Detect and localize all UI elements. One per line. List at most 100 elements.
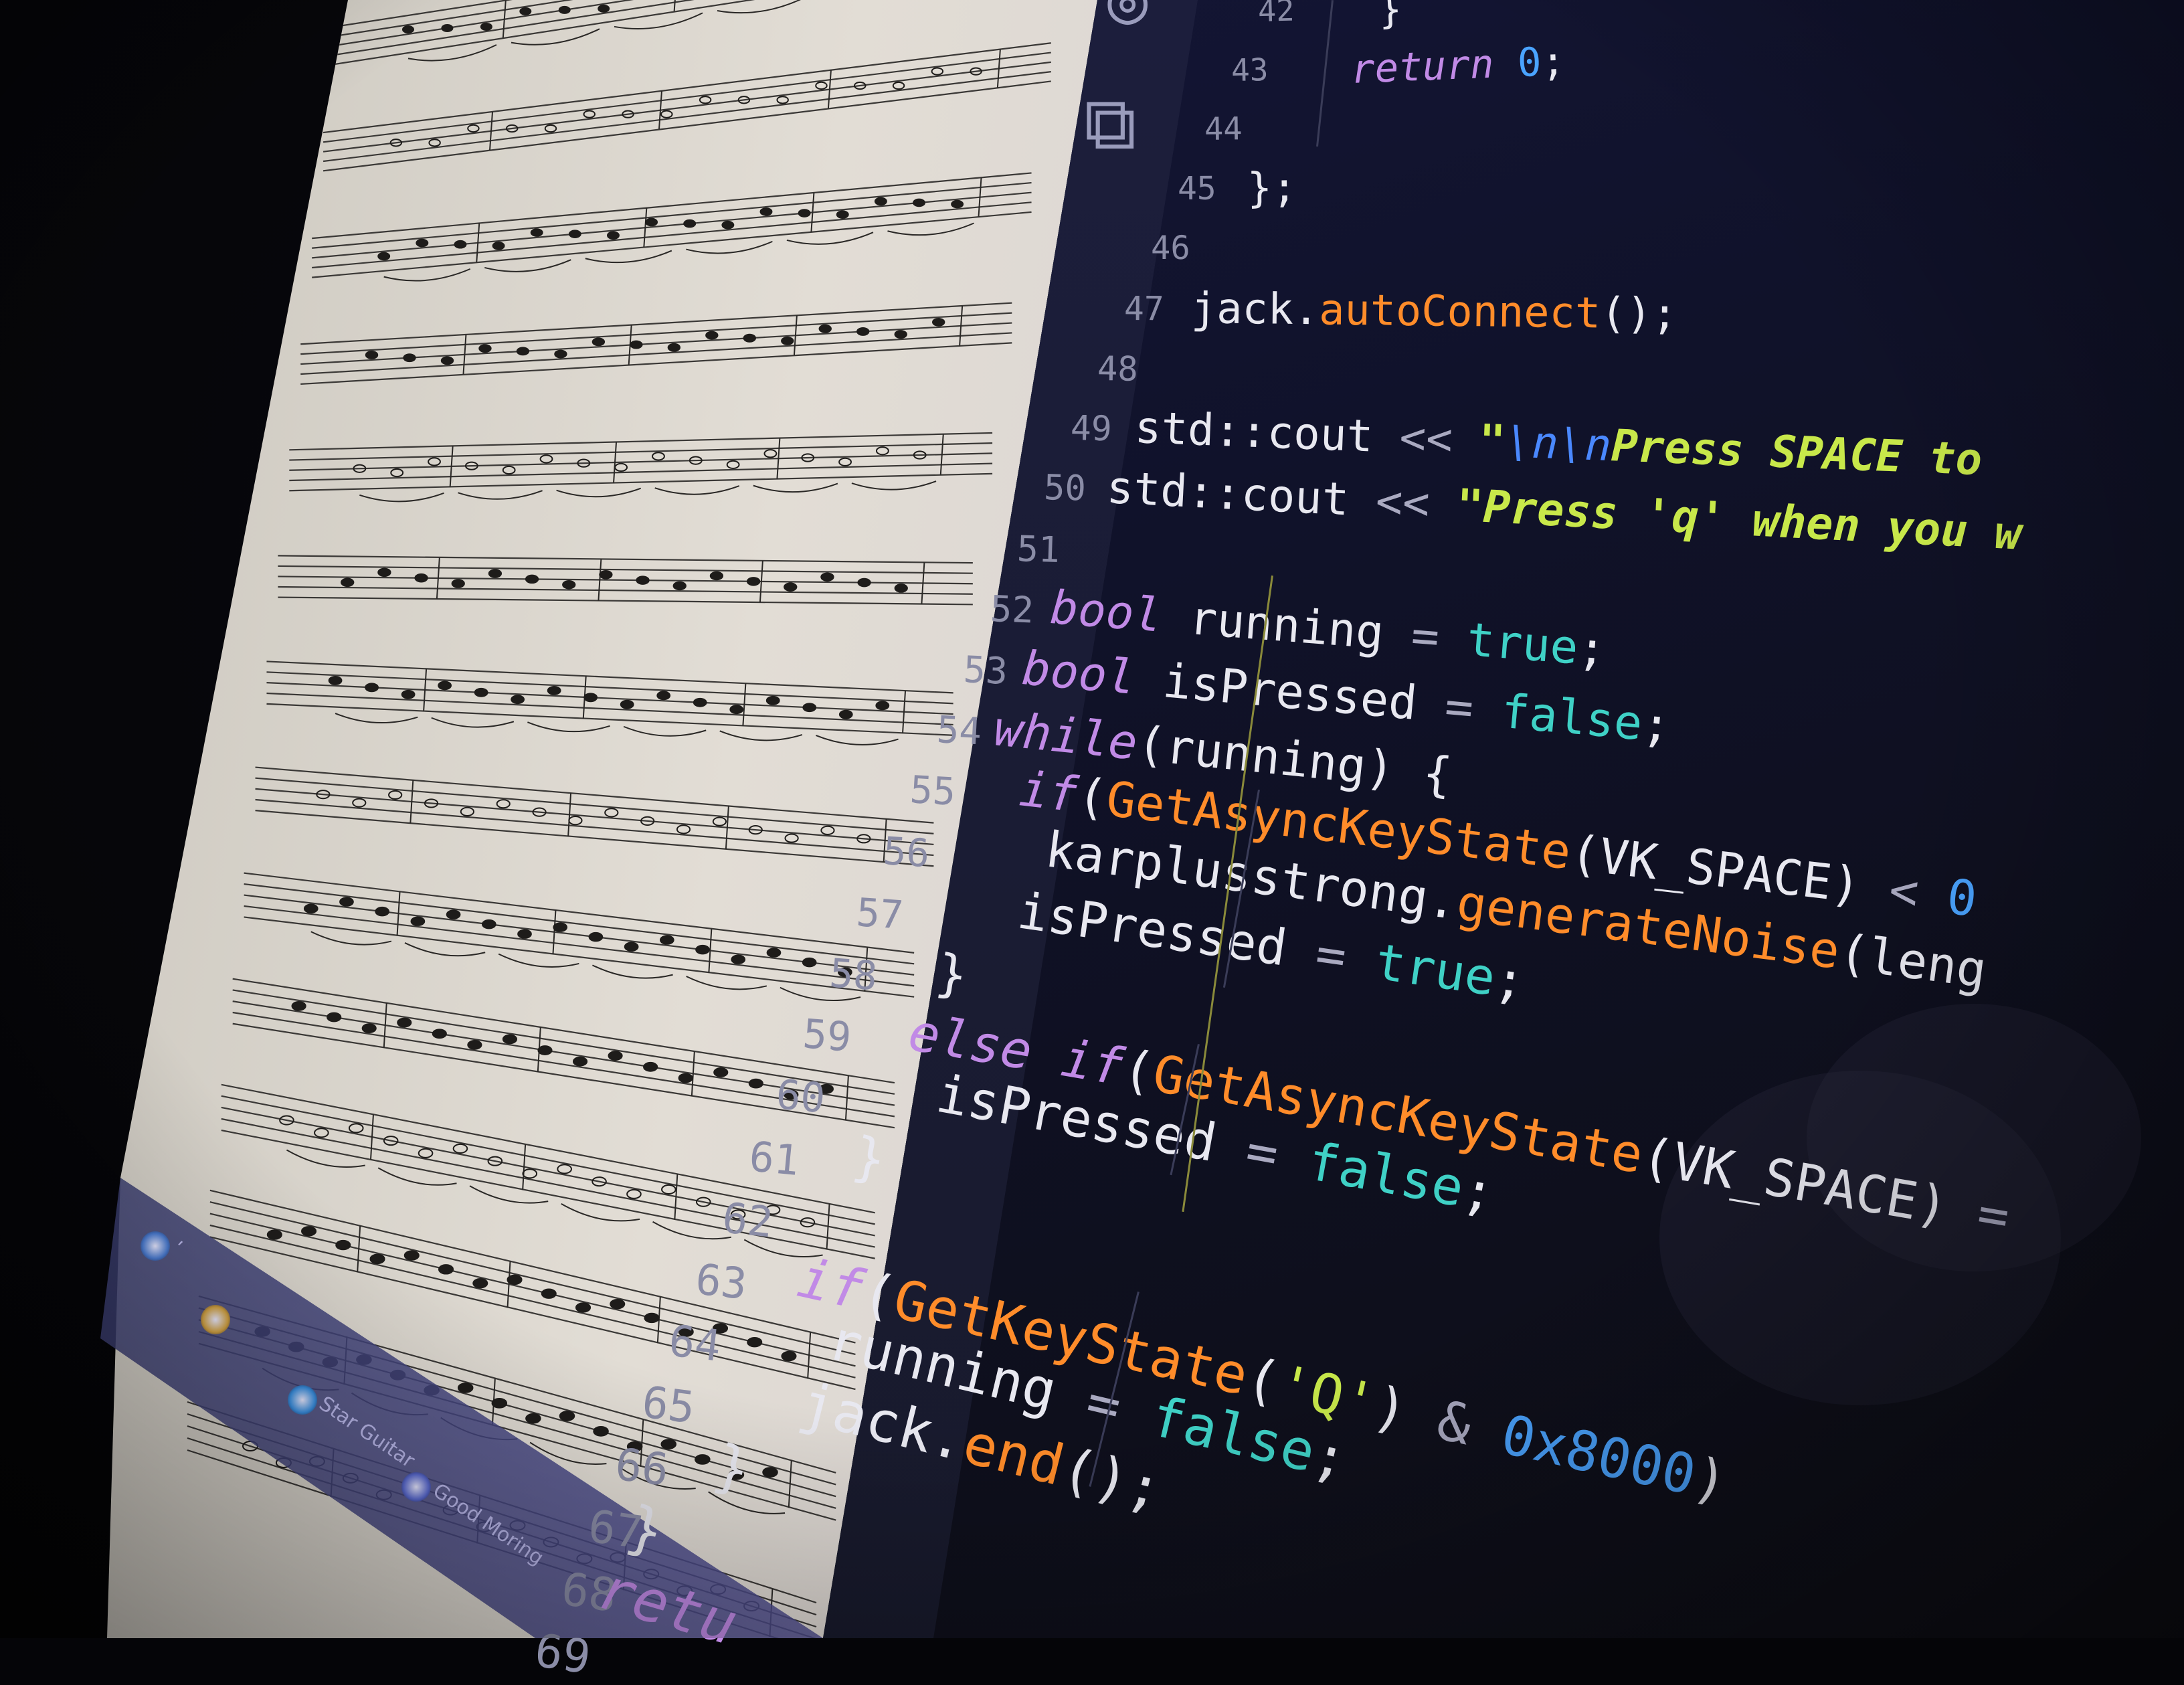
note-head <box>377 252 391 261</box>
staff-line <box>323 52 1051 143</box>
line-number: 55 <box>909 768 957 814</box>
note-head <box>776 96 789 104</box>
note-head <box>441 23 454 32</box>
line-number: 61 <box>747 1132 802 1185</box>
slur <box>561 1203 640 1222</box>
note-head <box>575 1302 592 1313</box>
note-head <box>798 209 811 217</box>
line-number: 65 <box>639 1377 698 1433</box>
extensions-icon[interactable]: ⧉ <box>1084 80 1137 167</box>
chrome-icon[interactable] <box>288 1385 317 1415</box>
slur <box>623 725 707 737</box>
line-number: 64 <box>666 1316 724 1372</box>
note-head <box>402 25 414 33</box>
code-token: if <box>1016 761 1081 824</box>
note-head <box>507 1274 523 1285</box>
note-head <box>894 330 907 339</box>
note-head <box>553 922 568 932</box>
code-line: }; <box>1247 164 1297 212</box>
staff-line <box>300 332 1012 375</box>
note-head <box>416 238 429 248</box>
note-head <box>544 124 557 133</box>
note-head <box>491 1397 508 1409</box>
staff-line <box>300 302 1012 345</box>
note-head <box>454 240 467 249</box>
note-head <box>731 954 746 964</box>
note-head <box>762 1467 778 1478</box>
code-line: } <box>1377 0 1402 33</box>
note-head <box>452 1143 468 1154</box>
note-head <box>478 344 492 353</box>
note-head <box>818 324 832 333</box>
note-head <box>748 1078 763 1089</box>
note-head <box>672 581 687 591</box>
chrome-icon[interactable] <box>201 1305 230 1334</box>
note-head <box>705 331 719 340</box>
note-head <box>820 572 834 582</box>
note-head <box>397 1017 412 1028</box>
music-staff <box>278 555 973 606</box>
note-head <box>525 1413 541 1424</box>
note-head <box>451 579 465 588</box>
note-head <box>729 705 744 715</box>
note-head <box>377 567 391 578</box>
music-staff <box>266 660 953 745</box>
line-number: 45 <box>1177 170 1216 207</box>
note-head <box>875 446 889 456</box>
staff-line <box>323 71 1051 163</box>
note-head <box>766 948 782 958</box>
note-head <box>481 919 496 929</box>
account-icon[interactable]: ◎ <box>1107 0 1148 38</box>
line-number: 54 <box>935 707 983 754</box>
note-head <box>588 932 604 942</box>
staff-line <box>300 342 1012 385</box>
staff-line <box>323 42 1051 134</box>
note-head <box>432 1029 447 1039</box>
note-head <box>525 574 539 584</box>
note-head <box>428 457 441 466</box>
note-head <box>614 462 628 472</box>
note-head <box>388 790 403 800</box>
note-head <box>583 110 596 118</box>
search-icon[interactable] <box>141 1231 170 1261</box>
slur <box>652 1221 731 1240</box>
slur <box>359 492 444 503</box>
line-number: 53 <box>962 647 1009 693</box>
note-head <box>266 1229 282 1240</box>
note-head <box>630 340 643 349</box>
media-icon[interactable] <box>401 1472 431 1502</box>
note-head <box>496 799 511 809</box>
music-staff <box>300 302 1012 385</box>
slur <box>469 1185 549 1204</box>
note-head <box>784 582 798 592</box>
note-head <box>472 1277 488 1289</box>
music-staff <box>323 42 1051 172</box>
line-number: 56 <box>881 828 931 877</box>
note-head <box>781 336 794 345</box>
slur <box>527 721 610 733</box>
note-head <box>438 1264 454 1275</box>
music-staff <box>255 766 934 867</box>
line-number: 42 <box>1257 0 1295 29</box>
note-head <box>303 903 318 913</box>
line-number: 59 <box>801 1010 853 1061</box>
note-head <box>763 449 778 458</box>
note-head <box>913 198 925 207</box>
note-head <box>440 356 454 365</box>
slur <box>719 730 803 741</box>
note-head <box>559 1411 575 1421</box>
staff-line <box>255 777 934 834</box>
note-head <box>836 210 849 219</box>
note-head <box>291 1001 306 1011</box>
slur <box>407 44 497 62</box>
note-head <box>820 825 835 835</box>
note-head <box>592 337 606 347</box>
line-number: 63 <box>693 1254 749 1310</box>
staff-line <box>278 555 973 564</box>
staff-line <box>278 586 973 595</box>
slur <box>686 240 773 254</box>
line-number: 57 <box>854 889 905 938</box>
note-head <box>599 570 613 580</box>
line-number: 47 <box>1123 289 1164 329</box>
note-head <box>784 833 799 843</box>
